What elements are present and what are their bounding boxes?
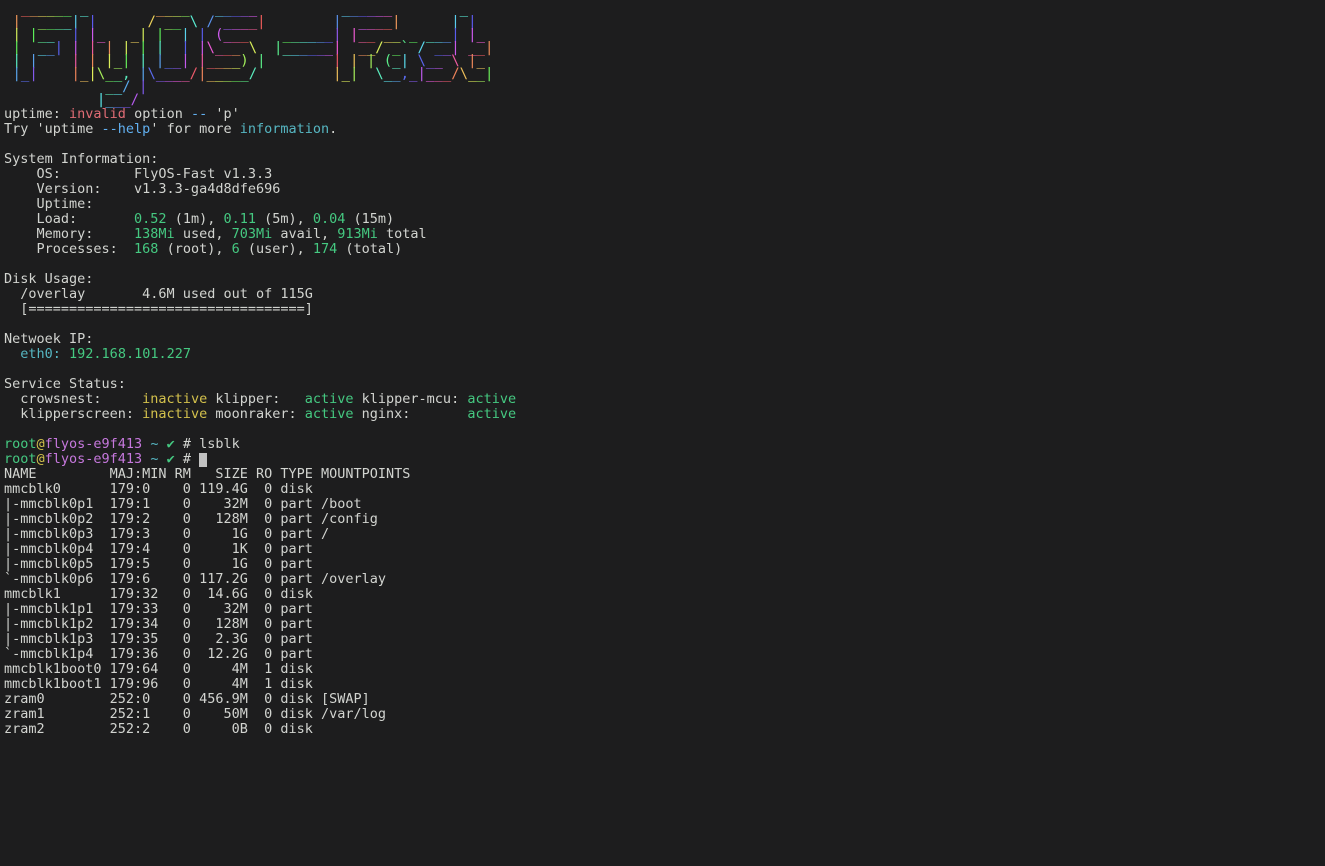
terminal-line bbox=[4, 422, 1325, 437]
processes-line: Processes: 168 (root), 6 (user), 174 (to… bbox=[4, 242, 1325, 257]
network-ip-line: eth0: 192.168.101.227 bbox=[4, 347, 1325, 362]
terminal-line bbox=[4, 317, 1325, 332]
os-line: OS: FlyOS-Fast v1.3.3 bbox=[4, 167, 1325, 182]
terminal-line bbox=[4, 257, 1325, 272]
shell-prompt-line: root@flyos-e9f413 ~ ✔ # lsblkroot@flyos-… bbox=[4, 437, 1325, 467]
service-status-row: crowsnest: inactive klipper: active klip… bbox=[4, 392, 1325, 407]
disk-usage-header: Disk Usage: bbox=[4, 272, 1325, 287]
lsblk-row: mmcblk1 179:32 0 14.6G 0 disk bbox=[4, 587, 1325, 602]
lsblk-row: mmcblk0 179:0 0 119.4G 0 disk bbox=[4, 482, 1325, 497]
lsblk-row: zram2 252:2 0 0B 0 disk bbox=[4, 722, 1325, 737]
load-line: Load: 0.52 (1m), 0.11 (5m), 0.04 (15m) bbox=[4, 212, 1325, 227]
uptime-help-line: Try 'uptime --help' for more information… bbox=[4, 122, 1325, 137]
lsblk-row: |-mmcblk0p4 179:4 0 1K 0 part bbox=[4, 542, 1325, 557]
lsblk-row: |-mmcblk1p1 179:33 0 32M 0 part bbox=[4, 602, 1325, 617]
terminal-line bbox=[4, 137, 1325, 152]
terminal-line: root@flyos-e9f413 ~ ✔ # bbox=[4, 452, 1325, 467]
lsblk-row: mmcblk1boot0 179:64 0 4M 1 disk bbox=[4, 662, 1325, 677]
lsblk-row: zram0 252:0 0 456.9M 0 disk [SWAP] bbox=[4, 692, 1325, 707]
memory-line: Memory: 138Mi used, 703Mi avail, 913Mi t… bbox=[4, 227, 1325, 242]
ascii-art-logo: ______ _ ____ _____ ______ _ | ____| | /… bbox=[4, 3, 1325, 107]
lsblk-row: `-mmcblk1p4 179:36 0 12.2G 0 part bbox=[4, 647, 1325, 662]
disk-usage-line: /overlay 4.6M used out of 115G bbox=[4, 287, 1325, 302]
service-status-header: Service Status: bbox=[4, 377, 1325, 392]
lsblk-row: |-mmcblk0p2 179:2 0 128M 0 part /config bbox=[4, 512, 1325, 527]
version-line: Version: v1.3.3-ga4d8dfe696 bbox=[4, 182, 1325, 197]
network-ip-header: Netwoek IP: bbox=[4, 332, 1325, 347]
uptime-line: Uptime: bbox=[4, 197, 1325, 212]
terminal-screen[interactable]: ______ _ ____ _____ ______ _ | ____| | /… bbox=[0, 0, 1325, 866]
motd-output: uptime: invalid option -- 'p'Try 'uptime… bbox=[4, 107, 1325, 467]
lsblk-table: NAME MAJ:MIN RM SIZE RO TYPE MOUNTPOINTS… bbox=[4, 467, 1325, 737]
lsblk-row: `-mmcblk0p6 179:6 0 117.2G 0 part /overl… bbox=[4, 572, 1325, 587]
uptime-error-line: uptime: invalid option -- 'p' bbox=[4, 107, 1325, 122]
system-info-header: System Information: bbox=[4, 152, 1325, 167]
lsblk-row: zram1 252:1 0 50M 0 disk /var/log bbox=[4, 707, 1325, 722]
terminal-cursor bbox=[199, 453, 207, 467]
terminal-output: uptime: invalid option -- 'p'Try 'uptime… bbox=[4, 107, 1325, 737]
terminal-line bbox=[4, 362, 1325, 377]
disk-usage-bar: [==================================] bbox=[4, 302, 1325, 317]
lsblk-row: |-mmcblk0p1 179:1 0 32M 0 part /boot bbox=[4, 497, 1325, 512]
lsblk-row: |-mmcblk1p3 179:35 0 2.3G 0 part bbox=[4, 632, 1325, 647]
lsblk-header-row: NAME MAJ:MIN RM SIZE RO TYPE MOUNTPOINTS bbox=[4, 467, 1325, 482]
lsblk-row: mmcblk1boot1 179:96 0 4M 1 disk bbox=[4, 677, 1325, 692]
lsblk-row: |-mmcblk0p5 179:5 0 1G 0 part bbox=[4, 557, 1325, 572]
lsblk-row: |-mmcblk1p2 179:34 0 128M 0 part bbox=[4, 617, 1325, 632]
lsblk-row: |-mmcblk0p3 179:3 0 1G 0 part / bbox=[4, 527, 1325, 542]
service-status-row: klipperscreen: inactive moonraker: activ… bbox=[4, 407, 1325, 422]
